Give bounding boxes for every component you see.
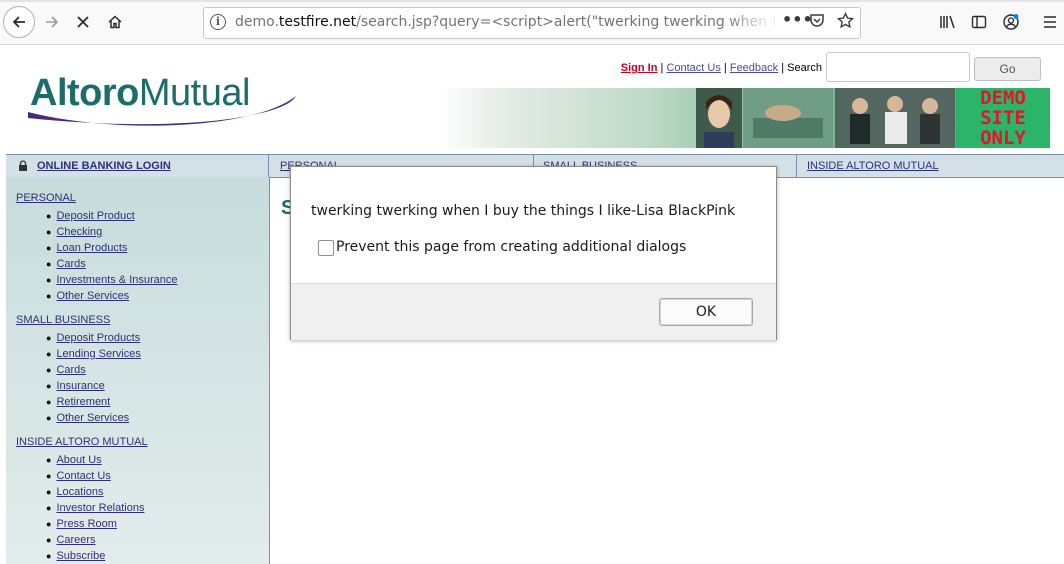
tab-strip-edge — [0, 0, 1064, 2]
photo-woman — [696, 88, 742, 148]
sidebar-heading-inside-altoro[interactable]: INSIDE ALTORO MUTUAL — [16, 436, 148, 448]
sidebar-item[interactable]: ● Investments & Insurance — [46, 274, 178, 286]
nav-inside-altoro[interactable]: INSIDE ALTORO MUTUAL — [807, 155, 939, 177]
account-icon[interactable] — [997, 8, 1025, 36]
url-fade — [724, 10, 774, 34]
back-arrow-icon[interactable] — [3, 6, 35, 38]
pocket-icon[interactable] — [809, 12, 825, 32]
alert-dialog: twerking twerking when I buy the things … — [290, 166, 777, 340]
stop-icon[interactable] — [69, 8, 97, 36]
sidebar-item[interactable]: ● Investor Relations — [46, 502, 144, 514]
feedback-link[interactable]: Feedback — [730, 62, 778, 74]
sidebar-item[interactable]: ● Lending Services — [46, 348, 141, 360]
sidebar-item[interactable]: ● Retirement — [46, 396, 110, 408]
url-bar[interactable]: i demo.testfire.net/search.jsp?query=<sc… — [203, 7, 861, 39]
ok-button[interactable]: OK — [659, 298, 753, 326]
dialog-footer: OK — [291, 283, 776, 340]
sidebar-item[interactable]: ● Insurance — [46, 380, 105, 392]
search-label: Search — [787, 62, 822, 74]
demo-badge-line: ONLY — [980, 127, 1026, 149]
sidebar-item[interactable]: ● Contact Us — [46, 470, 111, 482]
browser-toolbar: i demo.testfire.net/search.jsp?query=<sc… — [0, 0, 1064, 45]
nav-online-banking-login[interactable]: ONLINE BANKING LOGIN — [37, 155, 171, 177]
sidebar-item[interactable]: ● Press Room — [46, 518, 117, 530]
sidebar-item[interactable]: ● Careers — [46, 534, 96, 546]
photo-office-team — [835, 88, 955, 148]
prevent-dialogs-label[interactable]: Prevent this page from creating addition… — [336, 239, 686, 255]
nav-separator — [268, 155, 269, 177]
sidebar-icon[interactable] — [965, 8, 993, 36]
sidebar-item[interactable]: ● Subscribe — [46, 550, 105, 562]
sidebar-item[interactable]: ● Checking — [46, 226, 102, 238]
sidebar-item[interactable]: ● Other Services — [46, 412, 129, 424]
sidebar-item[interactable]: ● About Us — [46, 454, 102, 466]
url-text[interactable]: demo.testfire.net/search.jsp?query=<scri… — [235, 14, 775, 32]
demo-site-badge: DEMO SITE ONLY — [956, 88, 1050, 148]
home-icon[interactable] — [101, 8, 129, 36]
demo-badge-line: DEMO — [980, 87, 1026, 109]
prevent-dialogs-checkbox[interactable] — [318, 240, 334, 256]
library-icon[interactable] — [934, 8, 962, 36]
alert-message: twerking twerking when I buy the things … — [311, 203, 736, 219]
sidebar-item[interactable]: ● Cards — [46, 364, 86, 376]
photo-hands-keyboard — [743, 88, 833, 148]
contact-us-link[interactable]: Contact Us — [666, 62, 720, 74]
lock-icon — [19, 160, 27, 171]
sidebar-item[interactable]: ● Locations — [46, 486, 104, 498]
forward-arrow-icon[interactable] — [38, 8, 66, 36]
sidebar-item[interactable]: ● Cards — [46, 258, 86, 270]
hamburger-menu-icon[interactable] — [1036, 8, 1064, 36]
nav-separator — [796, 155, 797, 177]
demo-badge-line: SITE — [980, 107, 1026, 129]
sidebar: PERSONAL ● Deposit Product ● Checking ● Loa… — [6, 177, 270, 564]
sidebar-heading-personal[interactable]: PERSONAL — [16, 192, 76, 204]
go-button[interactable]: Go — [974, 57, 1041, 81]
sign-in-link[interactable]: Sign In — [621, 62, 658, 74]
info-icon[interactable]: i — [210, 14, 226, 30]
bookmark-star-icon[interactable] — [836, 11, 855, 33]
sidebar-item[interactable]: ● Loan Products — [46, 242, 127, 254]
sidebar-heading-small-business[interactable]: SMALL BUSINESS — [16, 314, 110, 326]
sidebar-item[interactable]: ● Deposit Products — [46, 332, 140, 344]
search-input[interactable] — [826, 52, 970, 82]
header-links: Sign In | Contact Us | Feedback | Search — [560, 62, 822, 74]
sidebar-item[interactable]: ● Other Services — [46, 290, 129, 302]
altoro-mutual-logo[interactable]: AltoroMutual — [30, 72, 250, 115]
sidebar-item[interactable]: ● Deposit Product — [46, 210, 135, 222]
